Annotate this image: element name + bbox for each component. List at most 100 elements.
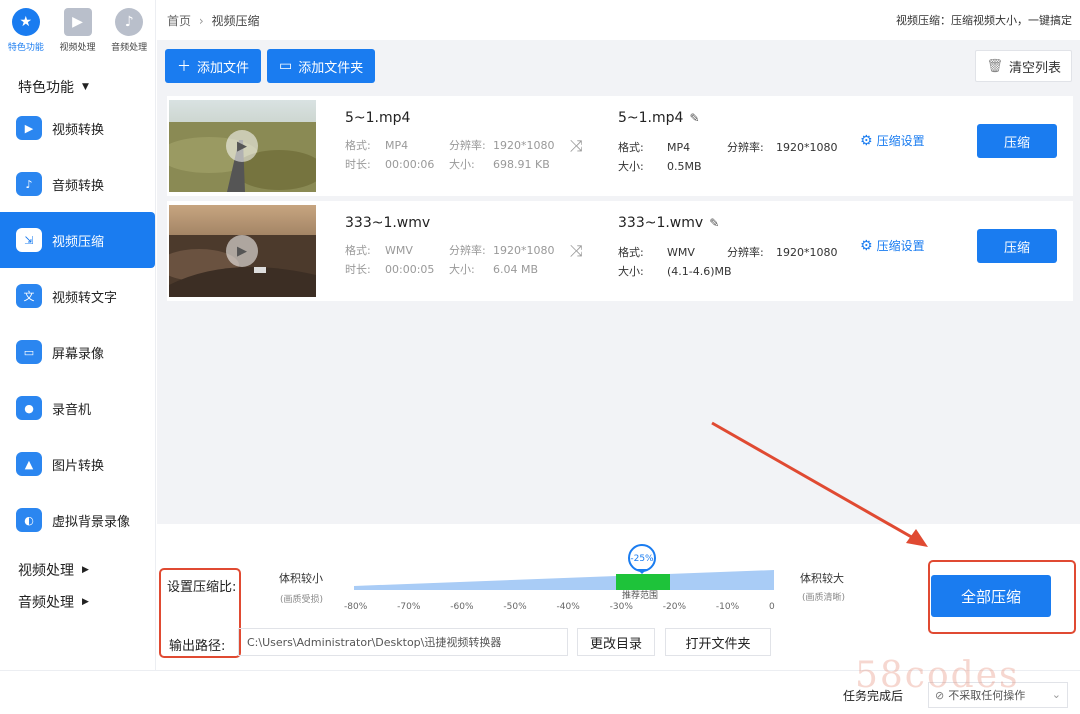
output-name-text: 5~1.mp4	[618, 110, 684, 126]
add-folder-button[interactable]: ▭ 添加文件夹	[267, 49, 376, 83]
video-thumbnail[interactable]: ▶	[169, 100, 316, 192]
section-feature[interactable]: 特色功能 ▼	[0, 64, 155, 100]
change-directory-button[interactable]: 更改目录	[577, 628, 655, 656]
compress-button[interactable]: 压缩	[977, 124, 1057, 158]
resolution-label: 分辨率:	[449, 139, 486, 152]
video-compress-icon: ⇲	[16, 228, 42, 252]
slider-tick: -40%	[556, 602, 580, 612]
gear-icon: ⚙	[860, 237, 873, 254]
duration-value: 00:00:05	[385, 263, 435, 276]
pencil-icon[interactable]: ✎	[709, 216, 719, 230]
sidebar-item-label: 视频转文字	[52, 290, 118, 306]
tab-video[interactable]: ▶ 视频处理	[52, 8, 104, 64]
slider-track	[354, 570, 774, 590]
chevron-right-icon: ›	[198, 13, 204, 28]
sidebar-item-label: 虚拟背景录像	[52, 514, 131, 530]
format-value: WMV	[385, 244, 413, 257]
sidebar-item-video-to-text[interactable]: 文 视频转文字	[0, 268, 155, 324]
section-video[interactable]: 视频处理 ▶	[0, 548, 155, 584]
video-thumbnail[interactable]: ▶	[169, 205, 316, 297]
pencil-icon[interactable]: ✎	[689, 111, 699, 125]
chevron-down-icon: ⌄	[1051, 688, 1061, 701]
compress-settings-link[interactable]: ⚙ 压缩设置	[860, 132, 925, 149]
sidebar-item-recorder[interactable]: ● 录音机	[0, 380, 155, 436]
format-label: 格式:	[618, 246, 644, 259]
section-video-label: 视频处理	[18, 563, 74, 579]
resolution-value: 1920*1080	[493, 244, 555, 257]
clear-list-label: 清空列表	[1008, 60, 1061, 76]
compress-all-button[interactable]: 全部压缩	[931, 575, 1051, 617]
clear-list-button[interactable]: 🗑 清空列表	[975, 50, 1072, 82]
output-format-value: MP4	[667, 141, 691, 154]
breadcrumb-home[interactable]: 首页	[167, 14, 191, 28]
output-file-name[interactable]: 333~1.wmv ✎	[618, 215, 719, 231]
sidebar-item-label: 屏幕录像	[52, 346, 105, 362]
ratio-label: 设置压缩比:	[167, 580, 237, 595]
play-icon: ▶	[226, 130, 258, 162]
slider-tick: -80%	[344, 602, 368, 612]
sidebar-item-virtual-bg[interactable]: ◐ 虚拟背景录像	[0, 492, 155, 548]
duration-value: 00:00:06	[385, 158, 435, 171]
shuffle-icon: ⤨	[570, 136, 583, 155]
toolbar: ＋ 添加文件 ▭ 添加文件夹 🗑 清空列表	[157, 40, 1080, 92]
section-audio[interactable]: 音频处理 ▶	[0, 584, 155, 620]
sidebar-item-video-convert[interactable]: ▶ 视频转换	[0, 100, 155, 156]
output-path-input[interactable]: C:\Users\Administrator\Desktop\迅捷视频转换器	[238, 628, 568, 656]
plus-icon: ＋	[177, 59, 191, 75]
annotation-arrow	[711, 421, 928, 547]
size-label: 大小:	[618, 265, 644, 278]
gear-icon: ⚙	[860, 132, 873, 149]
compression-slider[interactable]	[354, 568, 774, 590]
trash-icon: 🗑	[986, 58, 1003, 74]
slider-tick: -20%	[662, 602, 687, 612]
sidebar-item-image-convert[interactable]: ▲ 图片转换	[0, 436, 155, 492]
add-file-button[interactable]: ＋ 添加文件	[165, 49, 262, 83]
output-file-name[interactable]: 5~1.mp4 ✎	[618, 110, 700, 126]
recorder-icon: ●	[16, 396, 42, 420]
breadcrumb-current: 视频压缩	[211, 13, 260, 28]
tab-feature-label: 特色功能	[7, 43, 44, 53]
sidebar-item-label: 音频转换	[52, 178, 105, 194]
size-label: 大小:	[618, 160, 644, 173]
file-row: ▶ 333~1.wmv 格式: WMV 分辨率: 1920*1080 时长: 00:00…	[167, 201, 1073, 301]
star-icon: ★	[11, 8, 40, 36]
shuffle-icon: ⤨	[570, 241, 583, 260]
sidebar-item-video-compress[interactable]: ⇲ 视频压缩	[0, 212, 155, 268]
sidebar-item-audio-convert[interactable]: ♪ 音频转换	[0, 156, 155, 212]
play-icon: ▶	[226, 235, 258, 267]
output-path-label: 输出路径:	[169, 639, 226, 654]
slider-tick: -30%	[609, 602, 633, 612]
sidebar-item-label: 视频压缩	[52, 234, 105, 250]
larger-size-label: 体积较大	[800, 572, 844, 585]
source-file-name: 333~1.wmv	[345, 215, 431, 231]
output-size-value: 0.5MB	[667, 160, 702, 173]
output-meta: 格式: WMV 分辨率: 1920*1080 大小: (4.1-4.6)MB	[618, 243, 838, 281]
folder-icon: ▭	[279, 58, 293, 74]
output-meta: 格式: MP4 分辨率: 1920*1080 大小: 0.5MB	[618, 138, 838, 176]
compress-settings-label: 压缩设置	[876, 134, 925, 148]
breadcrumb-bar: 首页 › 视频压缩 视频压缩：压缩视频大小，一键搞定	[157, 0, 1080, 40]
compress-settings-link[interactable]: ⚙ 压缩设置	[860, 237, 925, 254]
compress-button[interactable]: 压缩	[977, 229, 1057, 263]
format-label: 格式:	[345, 139, 371, 152]
audio-icon: ♪	[115, 8, 144, 36]
video-convert-icon: ▶	[16, 116, 42, 140]
add-file-label: 添加文件	[197, 60, 250, 76]
format-label: 格式:	[345, 244, 371, 257]
recommended-label: 推荐范围	[622, 591, 659, 601]
resolution-label: 分辨率:	[727, 246, 764, 259]
sidebar-item-screen-record[interactable]: ▭ 屏幕录像	[0, 324, 155, 380]
compress-settings-label: 压缩设置	[876, 239, 925, 253]
output-resolution-value: 1920*1080	[776, 246, 838, 259]
size-value: 6.04 MB	[493, 263, 539, 276]
slider-tick: -60%	[450, 602, 474, 612]
slider-handle[interactable]: -25%	[627, 544, 657, 574]
tab-audio[interactable]: ♪ 音频处理	[103, 8, 155, 64]
open-folder-button[interactable]: 打开文件夹	[665, 628, 771, 656]
output-resolution-value: 1920*1080	[776, 141, 838, 154]
smaller-size-sub: (画质受损)	[280, 595, 324, 605]
output-name-text: 333~1.wmv	[618, 215, 704, 231]
tab-feature[interactable]: ★ 特色功能	[0, 8, 52, 64]
size-value: 698.91 KB	[493, 158, 550, 171]
screen-record-icon: ▭	[16, 340, 42, 364]
